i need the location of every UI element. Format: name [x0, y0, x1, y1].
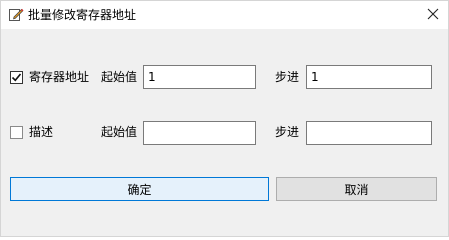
- checkmark-icon: [11, 73, 22, 82]
- pencil-edit-icon: [8, 6, 24, 22]
- step-label: 步进: [275, 70, 300, 84]
- step-label: 步进: [275, 125, 300, 139]
- register-step-input[interactable]: 1: [306, 65, 432, 89]
- description-start-input[interactable]: [143, 121, 256, 145]
- cancel-button-label: 取消: [344, 182, 369, 197]
- register-start-input[interactable]: 1: [143, 65, 256, 89]
- confirm-button[interactable]: 确定: [10, 177, 269, 201]
- register-address-checkbox[interactable]: [10, 71, 23, 84]
- start-value-label: 起始值: [101, 125, 138, 139]
- cancel-button[interactable]: 取消: [276, 177, 437, 201]
- description-step-input[interactable]: [306, 121, 432, 145]
- title-bar: 批量修改寄存器地址: [1, 1, 448, 29]
- close-button[interactable]: [417, 1, 448, 29]
- start-value-label: 起始值: [101, 70, 138, 84]
- description-checkbox[interactable]: [10, 126, 23, 139]
- dialog-title: 批量修改寄存器地址: [28, 8, 137, 22]
- batch-edit-dialog: 批量修改寄存器地址 寄存器地址 起始值 1 步进 1 描述 起始值 步进 确定 …: [0, 0, 449, 237]
- register-address-label: 寄存器地址: [29, 70, 90, 84]
- close-icon: [427, 8, 439, 23]
- description-label: 描述: [29, 125, 54, 139]
- confirm-button-label: 确定: [127, 182, 152, 197]
